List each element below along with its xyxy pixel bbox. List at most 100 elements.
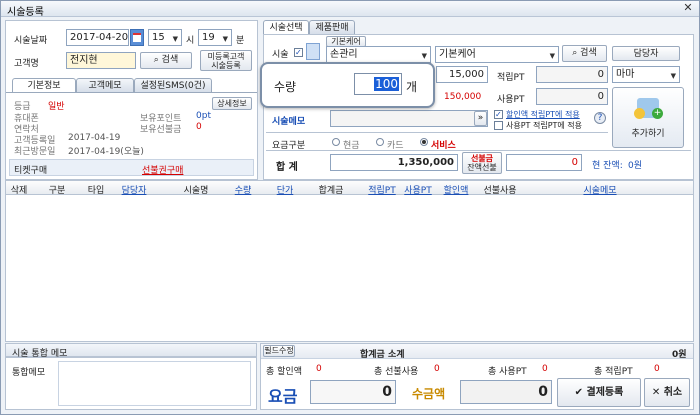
col-quantity[interactable]: 수량	[232, 183, 254, 196]
tab-product-sale[interactable]: 제품판매	[309, 20, 355, 34]
hour-unit: 시	[186, 36, 195, 46]
confirm-label: 결제등록	[586, 387, 624, 398]
service-search-button[interactable]: ⌕ 검색	[562, 45, 607, 62]
category-select[interactable]: 손관리	[326, 46, 431, 63]
quantity-input[interactable]: 100	[354, 73, 402, 95]
confirm-payment-button[interactable]: ✔ 결제등록	[557, 378, 641, 407]
reg-date-value: 2017-04-19	[68, 133, 121, 143]
sum-use-pt-label: 총 사용PT	[488, 367, 527, 377]
received-field[interactable]: 0	[460, 380, 552, 404]
balance-value: 0원	[628, 161, 643, 171]
field-edit-button[interactable]: 필드수정	[263, 345, 295, 357]
customer-name-label: 고객명	[14, 59, 39, 69]
hour-select[interactable]: 15	[148, 29, 182, 46]
col-delete[interactable]: 삭제	[8, 183, 30, 196]
integrated-memo-field[interactable]	[58, 361, 251, 406]
pay-service-radio[interactable]	[420, 138, 428, 146]
use-pt-checkbox[interactable]	[494, 121, 503, 130]
divider	[266, 150, 691, 151]
date-field[interactable]: 2017-04-20	[66, 29, 129, 46]
last-visit-label: 최근방문일	[14, 147, 56, 157]
cancel-button[interactable]: ✕ 취소	[644, 378, 690, 407]
last-visit-value: 2017-04-19(오늘)	[68, 147, 144, 157]
check-icon: ✔	[574, 387, 584, 398]
col-service-memo[interactable]: 시술메모	[580, 183, 620, 196]
prepaid-value: 0	[196, 122, 202, 132]
price-field[interactable]: 15,000	[436, 66, 488, 83]
prepaid-btn-line1: 선불금	[470, 154, 494, 163]
grid-header: 삭제 구분 타입 담당자 시술명 수량 단가 합계금 적립PT 사용PT 할인액…	[6, 181, 693, 196]
col-service-name[interactable]: 시술명	[178, 183, 214, 196]
subtotal-bar	[261, 344, 693, 359]
ticket-label: 티켓구매	[14, 166, 48, 176]
col-type[interactable]: 타입	[84, 183, 108, 196]
add-button-label: 추가하기	[631, 129, 665, 139]
tab-sms[interactable]: 설정된SMS(0건)	[134, 78, 212, 92]
item-select[interactable]: 기본케어	[435, 46, 559, 63]
received-label: 수금액	[412, 387, 446, 401]
pay-cash-radio[interactable]	[332, 138, 340, 146]
calendar-icon[interactable]	[130, 29, 144, 46]
treatment-label: 시술	[272, 50, 289, 60]
minute-select[interactable]: 19	[198, 29, 232, 46]
subtotal-value: 0원	[672, 350, 687, 360]
total-label: 합 계	[276, 162, 298, 173]
close-icon[interactable]: ✕	[681, 2, 695, 15]
tab-service-select[interactable]: 시술선택	[263, 20, 309, 34]
service-search-label: 검색	[580, 48, 597, 58]
sum-prepaid-label: 총 선불사용	[374, 367, 419, 377]
prepaid-label: 보유선불금	[140, 125, 182, 135]
close-icon: ✕	[651, 387, 661, 398]
sum-prepaid-value: 0	[434, 364, 440, 374]
col-category[interactable]: 구분	[46, 183, 68, 196]
search-icon: ⌕	[153, 55, 159, 65]
grade-value: 일반	[48, 102, 65, 112]
col-discount[interactable]: 할인액	[440, 183, 472, 196]
tab-divider	[6, 92, 257, 93]
total-field: 1,350,000	[330, 154, 458, 171]
add-button[interactable]: + 추가하기	[612, 87, 684, 148]
quantity-label: 수량	[274, 80, 297, 94]
col-unit-price[interactable]: 단가	[274, 183, 296, 196]
staff-select[interactable]: 마마	[612, 66, 680, 83]
pay-card-radio[interactable]	[376, 138, 384, 146]
discount-checkbox[interactable]: ✓	[494, 110, 503, 119]
fee-label: 요금	[268, 387, 298, 406]
title-bar: 시술등록 ✕	[1, 1, 699, 18]
customer-name-field[interactable]: 전지현	[66, 52, 136, 69]
customer-search-button[interactable]: ⌕ 검색	[140, 52, 192, 69]
pt-label: 적립PT	[497, 73, 525, 83]
col-prepaid-use[interactable]: 선불사용	[480, 183, 520, 196]
sum-use-pt-value: 0	[542, 364, 548, 374]
help-icon[interactable]: ?	[594, 112, 606, 124]
col-use-pt[interactable]: 사용PT	[402, 183, 434, 196]
unregistered-customer-button[interactable]: 미등록고객 시술등록	[200, 50, 252, 71]
subtotal-label: 합계금 소계	[360, 350, 405, 360]
prepaid-use-field[interactable]: 0	[506, 154, 582, 171]
minute-unit: 분	[236, 36, 245, 46]
prepaid-ticket-link[interactable]: 선불권구매	[142, 163, 183, 176]
fee-field: 0	[310, 380, 396, 404]
unreg-line1: 미등록고객	[207, 52, 245, 61]
memo-expand-button[interactable]: »	[474, 111, 487, 126]
tab-basic-info[interactable]: 기본정보	[12, 78, 76, 92]
col-staff[interactable]: 담당자	[118, 183, 150, 196]
detail-info-button[interactable]: 상세정보	[212, 97, 252, 110]
col-earn-pt[interactable]: 적립PT	[366, 183, 398, 196]
window-title: 시술등록	[7, 7, 44, 18]
pt-field[interactable]: 0	[536, 66, 608, 83]
staff-button[interactable]: 담당자	[612, 46, 680, 61]
divider	[266, 132, 608, 133]
use-pt-field[interactable]: 0	[536, 88, 608, 105]
gear-icon[interactable]	[306, 43, 320, 60]
service-grid	[5, 180, 694, 342]
memo-field[interactable]	[330, 110, 488, 127]
prepaid-btn-line2: 잔액선불	[467, 163, 497, 172]
cancel-label: 취소	[663, 387, 683, 398]
prepaid-balance-button[interactable]: 선불금 잔액선불	[462, 152, 502, 174]
discount-apply-link[interactable]: 할인액 적립PT에 적용	[506, 109, 580, 120]
sum-discount-label: 총 할인액	[266, 367, 302, 377]
tab-customer-memo[interactable]: 고객메모	[76, 78, 134, 92]
treatment-checkbox[interactable]: ✓	[294, 48, 303, 57]
col-total[interactable]: 합계금	[314, 183, 348, 196]
